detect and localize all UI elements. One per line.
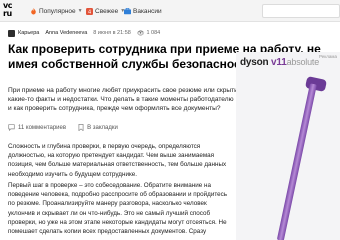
comment-icon [8, 123, 15, 133]
lead-line: При приеме на работу многие любят приукр… [8, 87, 238, 94]
nav-label: Вакансии [133, 7, 162, 15]
ad-label: Реклама [318, 54, 337, 59]
article-meta: Карьера Anna Vedeneeva 8 июня в 21:58 👁 … [8, 28, 160, 38]
nav-jobs[interactable]: Вакансии [124, 5, 162, 17]
clock-icon: 4 [86, 7, 93, 15]
article-actions: 11 комментариев В закладки [8, 123, 118, 133]
body-line: Сложность и глубина проверки, в первую о… [8, 143, 201, 150]
top-navigation-bar: vc ru Популярное ▼ 4 Свежее ▼ Вакансии [0, 0, 340, 22]
category-link[interactable]: Карьера [18, 30, 39, 36]
body-line: должностью, на которую претендует кандид… [8, 152, 215, 160]
ad-brand: dyson v11absolute [240, 57, 319, 68]
lead-line: и как проверить сотрудника, прежде чем о… [8, 105, 221, 112]
brand-suffix: absolute [286, 57, 320, 67]
nav-label: Свежее [95, 7, 119, 15]
bookmark-icon [78, 123, 84, 133]
article-paragraph: Первый шаг в проверке – это собеседовани… [8, 181, 230, 236]
article-paragraph: Сложность и глубина проверки, в первую о… [8, 142, 230, 179]
body-line: уклончив и скрывает ли он что-нибудь. Эт… [8, 209, 211, 217]
body-line: помешает сделать копии всех предоставлен… [8, 227, 207, 235]
chevron-down-icon: ▼ [77, 8, 83, 14]
fire-icon [30, 7, 37, 15]
lead-line: какие-то факты и недостатки. Что делать … [8, 96, 234, 103]
brand-name: dyson [240, 57, 269, 68]
site-logo[interactable]: vc ru [3, 2, 18, 18]
view-count: 1 084 [146, 30, 161, 36]
vacuum-rod-image [276, 83, 317, 240]
body-line: Первый шаг в проверке – это собеседовани… [8, 182, 211, 189]
nav-popular[interactable]: Популярное ▼ [30, 5, 83, 17]
body-line: необходимо изучить о будущем сотруднике. [8, 170, 138, 178]
eye-icon: 👁 [136, 30, 145, 37]
body-line: поведение человека, подробно расспросите… [8, 191, 228, 199]
body-line: позиция, чем больше материальная ответст… [8, 161, 227, 169]
category-icon [8, 29, 15, 37]
bookmark-button[interactable]: В закладки [87, 125, 118, 131]
publish-date: 8 июня в 21:58 [93, 30, 131, 36]
svg-text:4: 4 [88, 9, 91, 14]
ad-banner[interactable]: Реклама dyson v11absolute [236, 52, 340, 240]
nav-fresh[interactable]: 4 Свежее ▼ [86, 5, 125, 17]
brand-model: v11 [271, 57, 287, 68]
author-link[interactable]: Anna Vedeneeva [45, 30, 87, 36]
nav-label: Популярное [39, 7, 76, 15]
comments-link[interactable]: 11 комментариев [18, 125, 66, 131]
briefcase-icon [124, 7, 131, 15]
search-input[interactable] [262, 4, 340, 18]
body-line: по резюме. Проанализируйте манеру разгов… [8, 200, 207, 208]
article-lead: При приеме на работу многие любят приукр… [8, 86, 238, 113]
body-line: проверки, но уже на этом этапе некоторые… [8, 218, 227, 226]
